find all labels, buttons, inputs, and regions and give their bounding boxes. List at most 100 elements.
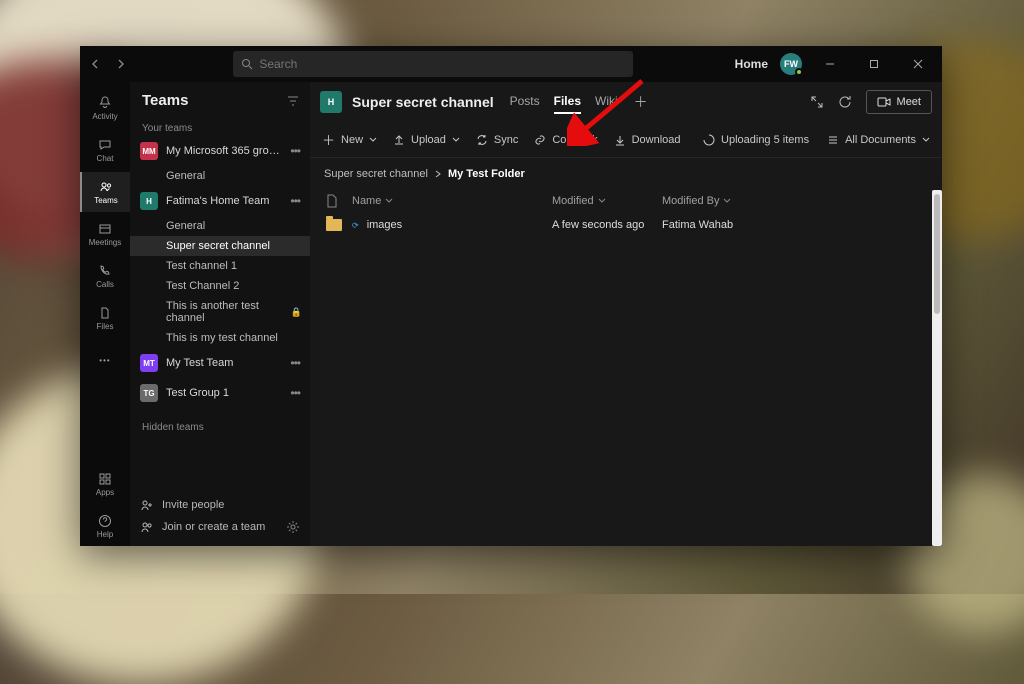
column-modified-by[interactable]: Modified By <box>662 195 802 207</box>
nav-back-button[interactable] <box>84 52 108 76</box>
channel-badge: H <box>320 91 342 113</box>
person-add-icon <box>140 498 154 512</box>
hidden-teams-label[interactable]: Hidden teams <box>130 408 310 435</box>
channel-item[interactable]: General <box>130 216 310 236</box>
search-input[interactable] <box>259 57 625 71</box>
sync-icon <box>476 134 488 146</box>
rail-item-teams[interactable]: Teams <box>80 172 130 212</box>
team-row[interactable]: MT My Test Team ••• <box>130 348 310 378</box>
folder-icon <box>326 219 342 231</box>
download-button[interactable]: Download <box>614 134 681 146</box>
teams-icon <box>98 179 114 195</box>
sync-badge-icon: ⟳ <box>352 221 359 230</box>
team-row[interactable]: TG Test Group 1 ••• <box>130 378 310 408</box>
upload-icon <box>393 134 405 146</box>
team-row[interactable]: H Fatima's Home Team ••• <box>130 186 310 216</box>
breadcrumb-root[interactable]: Super secret channel <box>324 168 428 180</box>
rail-item-calls[interactable]: Calls <box>80 256 130 296</box>
tab-posts[interactable]: Posts <box>510 90 540 114</box>
file-row[interactable]: ⟳images A few seconds ago Fatima Wahab <box>324 213 928 237</box>
breadcrumb-current: My Test Folder <box>448 168 525 180</box>
sync-button[interactable]: Sync <box>476 134 518 146</box>
avatar[interactable]: FW <box>780 53 802 75</box>
team-more-button[interactable]: ••• <box>288 194 302 208</box>
team-more-button[interactable]: ••• <box>288 144 302 158</box>
channel-item[interactable]: Super secret channel <box>130 236 310 256</box>
team-more-button[interactable]: ••• <box>288 386 302 400</box>
file-icon <box>97 305 113 321</box>
chevron-down-icon <box>723 197 731 205</box>
video-icon <box>877 96 891 108</box>
rail-item-more[interactable]: ••• <box>80 340 130 380</box>
copy-link-button[interactable]: Copy link <box>534 134 597 146</box>
scrollbar-thumb[interactable] <box>934 194 940 314</box>
team-badge: MT <box>140 354 158 372</box>
channel-tabs: Posts Files Wiki <box>510 90 618 114</box>
team-badge: H <box>140 192 158 210</box>
invite-people[interactable]: Invite people <box>140 498 300 512</box>
app-rail: Activity Chat Teams Meetings Calls Files <box>80 82 130 546</box>
tab-files[interactable]: Files <box>554 90 581 114</box>
channel-item[interactable]: Test channel 1 <box>130 256 310 276</box>
channel-item[interactable]: Test Channel 2 <box>130 276 310 296</box>
maximize-button[interactable] <box>858 50 890 78</box>
people-icon <box>140 520 154 534</box>
chevron-down-icon <box>598 197 606 205</box>
chat-icon <box>97 137 113 153</box>
search-box[interactable] <box>233 51 633 77</box>
file-modified: A few seconds ago <box>552 219 662 231</box>
add-tab-button[interactable]: ＋ <box>634 92 648 112</box>
rail-item-meetings[interactable]: Meetings <box>80 214 130 254</box>
download-icon <box>614 134 626 146</box>
org-label[interactable]: Home <box>735 57 768 71</box>
rail-item-apps[interactable]: Apps <box>80 464 130 504</box>
your-teams-label: Your teams <box>130 119 310 136</box>
filter-icon[interactable] <box>286 94 300 108</box>
expand-icon[interactable] <box>810 95 824 109</box>
uploading-status[interactable]: Uploading 5 items <box>703 134 809 146</box>
breadcrumb: Super secret channel My Test Folder <box>310 158 942 190</box>
channel-item[interactable]: This is my test channel <box>130 328 310 348</box>
channel-name: This is another test channel <box>166 300 285 324</box>
channel-name: Super secret channel <box>166 240 270 252</box>
column-modified[interactable]: Modified <box>552 195 662 207</box>
team-more-button[interactable]: ••• <box>288 356 302 370</box>
rail-item-activity[interactable]: Activity <box>80 88 130 128</box>
rail-item-files[interactable]: Files <box>80 298 130 338</box>
teams-panel: Teams Your teams MM My Microsoft 365 gro… <box>130 82 310 546</box>
team-row[interactable]: MM My Microsoft 365 group ••• <box>130 136 310 166</box>
minimize-button[interactable] <box>814 50 846 78</box>
app-window: Home FW Activity Chat Teams Meetin <box>80 46 942 546</box>
team-name: My Test Team <box>166 357 280 369</box>
more-icon: ••• <box>97 352 113 368</box>
list-icon <box>827 134 839 146</box>
channel-name: General <box>166 220 205 232</box>
channel-item[interactable]: General <box>130 166 310 186</box>
nav-forward-button[interactable] <box>108 52 132 76</box>
meet-button[interactable]: Meet <box>866 90 932 114</box>
column-name[interactable]: Name <box>352 195 552 207</box>
new-button[interactable]: ＋New <box>322 130 377 149</box>
gear-icon[interactable] <box>286 520 300 534</box>
tab-wiki[interactable]: Wiki <box>595 90 618 114</box>
upload-button[interactable]: Upload <box>393 134 460 146</box>
link-icon <box>534 134 546 146</box>
rail-item-help[interactable]: Help <box>80 506 130 546</box>
rail-item-chat[interactable]: Chat <box>80 130 130 170</box>
scrollbar[interactable] <box>932 190 942 546</box>
team-badge: MM <box>140 142 158 160</box>
search-icon <box>241 58 253 70</box>
all-documents-dropdown[interactable]: All Documents <box>827 134 930 146</box>
refresh-icon[interactable] <box>838 95 852 109</box>
team-name: Fatima's Home Team <box>166 195 280 207</box>
channel-item[interactable]: This is another test channel🔒 <box>130 296 310 328</box>
join-create-team[interactable]: Join or create a team <box>140 520 300 534</box>
channel-name: Test Channel 2 <box>166 280 239 292</box>
panel-title: Teams <box>142 92 188 109</box>
file-name: ⟳images <box>352 219 552 231</box>
spinner-icon <box>703 134 715 146</box>
close-button[interactable] <box>902 50 934 78</box>
channel-header: H Super secret channel PostsFilesWiki ＋ … <box>310 82 942 122</box>
team-badge: TG <box>140 384 158 402</box>
team-name: My Microsoft 365 group <box>166 145 280 157</box>
